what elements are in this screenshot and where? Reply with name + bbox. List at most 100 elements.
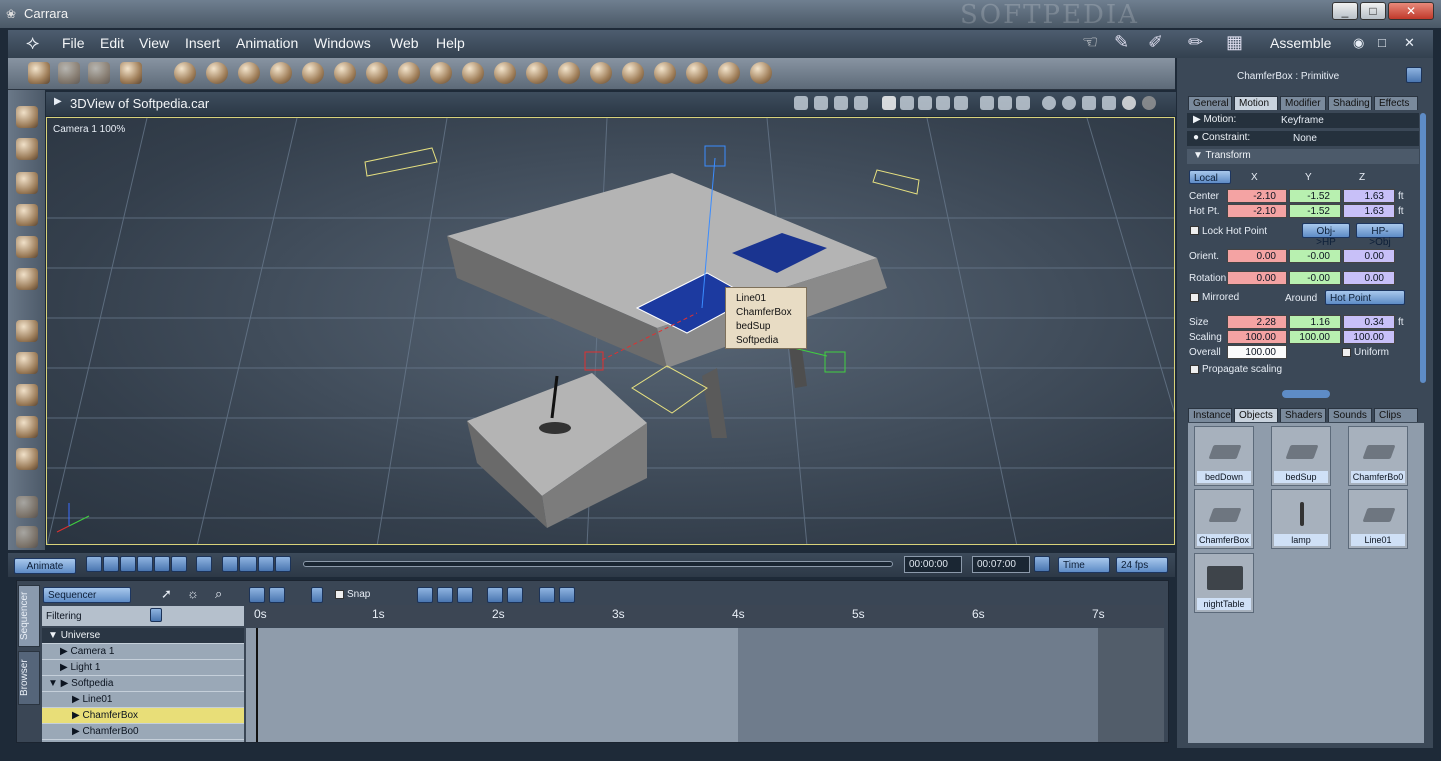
center-z-field[interactable]: 1.63 xyxy=(1343,189,1395,203)
view-front-icon[interactable] xyxy=(980,96,994,110)
obj-hp-button[interactable]: Obj->HP xyxy=(1302,223,1350,248)
uniform-checkbox[interactable] xyxy=(1342,348,1351,357)
text-icon[interactable] xyxy=(334,62,356,84)
go-end-icon[interactable] xyxy=(171,556,187,572)
layout-2-icon[interactable] xyxy=(900,96,914,110)
motion-select[interactable]: Keyframe xyxy=(1281,115,1324,126)
tree-item-camera[interactable]: ▶ Camera 1 xyxy=(42,644,244,660)
render-mode-4-icon[interactable] xyxy=(1102,96,1116,110)
rotation-z-field[interactable]: 0.00 xyxy=(1343,271,1395,285)
tree-item-chamferbox[interactable]: ▶ ChamferBox xyxy=(42,708,244,724)
viewport-menu-icon[interactable]: ▶ xyxy=(54,96,62,107)
fit-icon[interactable] xyxy=(249,587,265,603)
object-tile[interactable]: ChamferBo0 xyxy=(1348,426,1408,486)
camera-view-icon[interactable] xyxy=(16,496,38,518)
object-tile[interactable]: bedSup xyxy=(1271,426,1331,486)
panel-splitter[interactable] xyxy=(1282,390,1330,398)
minimize-button[interactable]: _ xyxy=(1332,2,1358,20)
spline-icon[interactable] xyxy=(302,62,324,84)
render-mode-6-icon[interactable] xyxy=(1142,96,1156,110)
light-icon[interactable] xyxy=(622,62,644,84)
tab-effects[interactable]: Effects xyxy=(1374,96,1418,110)
plant-icon[interactable] xyxy=(430,62,452,84)
close-doc-icon[interactable]: ✕ xyxy=(1404,35,1415,51)
tab-modifier[interactable]: Modifier xyxy=(1280,96,1326,110)
animate-button[interactable]: Animate xyxy=(14,558,76,574)
close-button[interactable]: ✕ xyxy=(1388,2,1434,20)
rotation-x-field[interactable]: 0.00 xyxy=(1227,271,1287,285)
tween-5-icon[interactable] xyxy=(507,587,523,603)
sphere-icon[interactable] xyxy=(174,62,196,84)
move-icon[interactable] xyxy=(16,138,38,160)
view-top-icon[interactable] xyxy=(1016,96,1030,110)
rewind-icon[interactable] xyxy=(103,556,119,572)
tween-2-icon[interactable] xyxy=(437,587,453,603)
camera-icon[interactable] xyxy=(654,62,676,84)
panel-collapse-icon[interactable] xyxy=(1406,67,1422,83)
move-xz-icon[interactable] xyxy=(16,352,38,374)
size-z-field[interactable]: 0.34 xyxy=(1343,315,1395,329)
render-mode-3-icon[interactable] xyxy=(1082,96,1096,110)
mirrored-checkbox[interactable] xyxy=(1190,293,1199,302)
fly-icon[interactable] xyxy=(834,96,848,110)
propagate-checkbox[interactable] xyxy=(1190,365,1199,374)
paint-icon[interactable] xyxy=(16,268,38,290)
layout-1-icon[interactable] xyxy=(882,96,896,110)
fast-forward-icon[interactable] xyxy=(154,556,170,572)
next-key-icon[interactable] xyxy=(275,556,291,572)
scaling-x-field[interactable]: 100.00 xyxy=(1227,330,1287,344)
link-tool-icon[interactable] xyxy=(88,62,110,84)
tab-general[interactable]: General xyxy=(1188,96,1232,110)
restore-icon[interactable]: □ xyxy=(1378,35,1386,50)
terrain-icon[interactable] xyxy=(398,62,420,84)
time-lock-icon[interactable] xyxy=(1034,556,1050,572)
vertex-object-icon[interactable] xyxy=(206,62,228,84)
transform-header[interactable]: ▼ Transform xyxy=(1187,149,1419,164)
object-tile[interactable]: ChamferBox xyxy=(1194,489,1254,549)
dolly-icon[interactable] xyxy=(854,96,868,110)
layout-3-icon[interactable] xyxy=(918,96,932,110)
metaball-icon[interactable] xyxy=(366,62,388,84)
hp-obj-button[interactable]: HP->Obj xyxy=(1356,223,1404,248)
tree-item-light[interactable]: ▶ Light 1 xyxy=(42,660,244,676)
menu-edit[interactable]: Edit xyxy=(100,35,124,51)
tab-instance[interactable]: Instance xyxy=(1188,408,1232,422)
menu-help[interactable]: Help xyxy=(436,35,465,51)
properties-scrollbar[interactable] xyxy=(1420,113,1426,383)
arrows-icon[interactable] xyxy=(686,62,708,84)
move-xy-icon[interactable] xyxy=(16,320,38,342)
tab-objects[interactable]: Objects xyxy=(1234,408,1278,422)
menu-file[interactable]: File xyxy=(62,35,85,51)
time-marker[interactable] xyxy=(256,628,258,742)
object-tile[interactable]: nightTable xyxy=(1194,553,1254,613)
size-x-field[interactable]: 2.28 xyxy=(1227,315,1287,329)
orient-y-field[interactable]: -0.00 xyxy=(1289,249,1341,263)
hand-view-icon[interactable] xyxy=(16,526,38,548)
scene-icon[interactable] xyxy=(794,96,808,110)
select-arrow-icon[interactable] xyxy=(16,106,38,128)
hierarchy-icon[interactable] xyxy=(814,96,828,110)
popup-item-line01[interactable]: Line01 xyxy=(736,292,806,306)
scale-icon[interactable] xyxy=(16,204,38,226)
sequencer-tracks[interactable] xyxy=(246,628,1164,742)
center-y-field[interactable]: -1.52 xyxy=(1289,189,1341,203)
tree-item-line01[interactable]: ▶ Line01 xyxy=(42,692,244,708)
around-select[interactable]: Hot Point xyxy=(1325,290,1405,305)
menu-animation[interactable]: Animation xyxy=(236,35,298,51)
tween-7-icon[interactable] xyxy=(559,587,575,603)
target-icon[interactable] xyxy=(718,62,740,84)
render-mode-2-icon[interactable] xyxy=(1062,96,1076,110)
scaling-z-field[interactable]: 100.00 xyxy=(1343,330,1395,344)
size-y-field[interactable]: 1.16 xyxy=(1289,315,1341,329)
layout-4-icon[interactable] xyxy=(936,96,950,110)
scaling-y-field[interactable]: 100.00 xyxy=(1289,330,1341,344)
room-hand-icon[interactable]: ☜ xyxy=(1082,32,1098,53)
orient-x-field[interactable]: 0.00 xyxy=(1227,249,1287,263)
tab-clips[interactable]: Clips xyxy=(1374,408,1418,422)
room-texture-icon[interactable]: ✏ xyxy=(1188,32,1203,53)
edit-tool-icon[interactable] xyxy=(120,62,142,84)
tab-shaders[interactable]: Shaders xyxy=(1280,408,1326,422)
particles-icon[interactable] xyxy=(526,62,548,84)
render-mode-1-icon[interactable] xyxy=(1042,96,1056,110)
globe-icon[interactable] xyxy=(238,62,260,84)
